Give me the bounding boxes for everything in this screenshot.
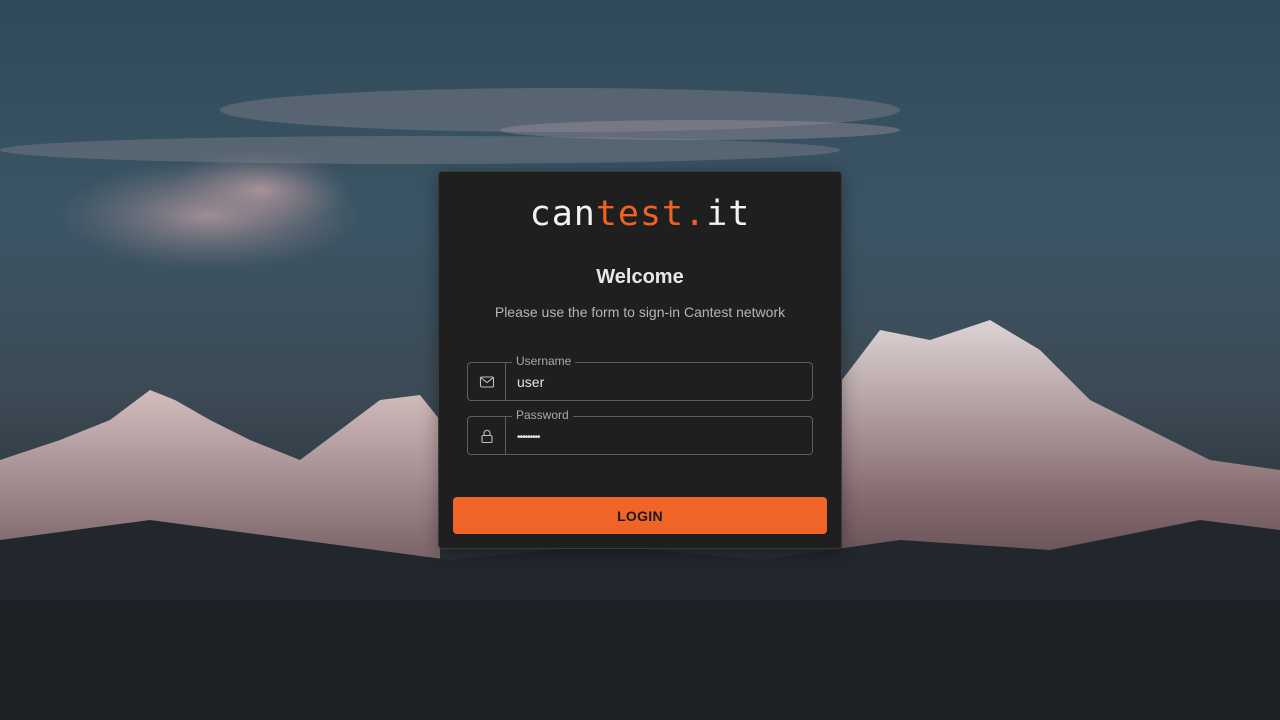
username-value[interactable]: user [517, 373, 544, 391]
lock-icon [480, 429, 493, 443]
password-value[interactable]: ••••••••• [517, 429, 540, 447]
password-addon [467, 416, 505, 455]
logo-text-test: test. [595, 194, 707, 234]
logo-text-can: can [529, 194, 596, 234]
username-label: Username [512, 354, 576, 369]
logo-text-it: it [706, 194, 751, 234]
username-addon [467, 362, 505, 401]
page-title: Welcome [596, 266, 684, 288]
password-field[interactable]: Password ••••••••• [467, 408, 813, 455]
username-field[interactable]: Username user [467, 354, 813, 401]
password-label: Password [512, 408, 573, 423]
login-button[interactable]: LOGIN [453, 497, 827, 534]
cantest-logo: cantest.it [0, 192, 1280, 236]
mail-icon [479, 375, 494, 388]
page-subtitle: Please use the form to sign-in Cantest n… [494, 304, 786, 320]
